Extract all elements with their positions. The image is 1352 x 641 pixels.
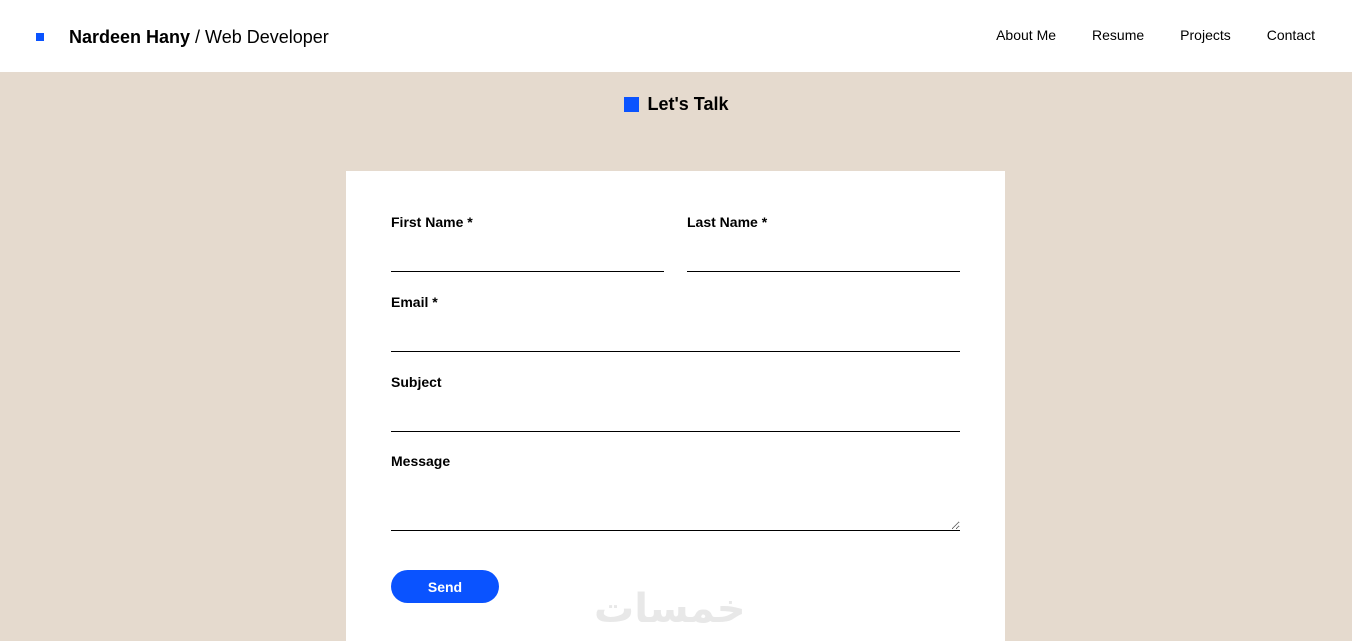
send-button[interactable]: Send (391, 570, 499, 603)
first-name-field: First Name * (391, 214, 664, 272)
nav-item-resume[interactable]: Resume (1092, 26, 1144, 44)
section-title: Let's Talk (647, 94, 729, 114)
site-brand[interactable]: Nardeen Hany / Web Developer (69, 26, 329, 48)
brand-role: / Web Developer (190, 27, 329, 47)
nav-item-about-me[interactable]: About Me (996, 26, 1056, 44)
section-heading: Let's Talk (0, 93, 1352, 115)
subject-field: Subject (391, 374, 960, 432)
nav-item-projects[interactable]: Projects (1180, 26, 1231, 44)
message-label: Message (391, 453, 451, 469)
last-name-field: Last Name * (687, 214, 960, 272)
email-field: Email * (391, 294, 960, 352)
watermark-logo: خمسات (594, 586, 746, 632)
first-name-label: First Name * (391, 214, 473, 230)
message-field: Message (391, 453, 960, 531)
subject-label: Subject (391, 374, 442, 390)
subject-input[interactable] (391, 396, 960, 432)
brand-square-icon (36, 33, 44, 41)
nav-item-contact[interactable]: Contact (1267, 26, 1315, 44)
brand-name: Nardeen Hany (69, 27, 191, 47)
last-name-label: Last Name * (687, 214, 768, 230)
main-nav: About Me Resume Projects Contact (996, 26, 1315, 44)
heading-square-icon (623, 96, 639, 112)
email-input[interactable] (391, 316, 960, 352)
message-textarea[interactable] (391, 476, 960, 531)
contact-form-card: First Name * Last Name * Email * Subject… (346, 171, 1005, 641)
first-name-input[interactable] (391, 236, 664, 272)
last-name-input[interactable] (687, 236, 960, 272)
email-label: Email * (391, 294, 438, 310)
site-header: Nardeen Hany / Web Developer About Me Re… (0, 0, 1352, 72)
